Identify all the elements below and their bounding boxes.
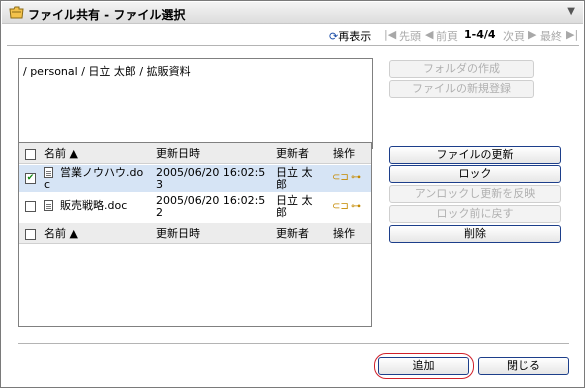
- last-page-icon: ▶|: [566, 28, 579, 41]
- file-name[interactable]: 販売戦略.doc: [60, 200, 127, 212]
- file-name-wrap: c: [44, 178, 51, 191]
- unlock-apply-button[interactable]: アンロックし更新を反映: [389, 185, 561, 203]
- last-page-link[interactable]: 最終: [540, 28, 562, 44]
- page-count: 1-4/4: [464, 28, 496, 41]
- select-all-checkbox[interactable]: [25, 229, 36, 240]
- refresh-label: 再表示: [338, 30, 372, 43]
- first-page-icon: |◀: [384, 28, 397, 41]
- header-divider: [7, 45, 579, 46]
- file-list: 名前 ▲ 更新日時 更新者 操作 ✔ 営業ノウハウ.do c 2005/06/2…: [18, 142, 372, 327]
- column-ops: 操作: [333, 147, 355, 160]
- document-icon: [44, 167, 53, 178]
- pager: ⟳再表示 |◀ 先頭 ◀ 前頁 1-4/4 次頁 ▶ 最終 ▶|: [321, 27, 583, 43]
- column-name[interactable]: 名前 ▲: [44, 148, 78, 160]
- key-icon[interactable]: ⊶: [351, 172, 361, 183]
- column-name[interactable]: 名前 ▲: [44, 228, 78, 240]
- folder-share-icon: [9, 6, 24, 19]
- create-folder-button[interactable]: フォルダの作成: [389, 60, 534, 78]
- column-updated[interactable]: 更新日時: [156, 148, 200, 160]
- delete-button[interactable]: 削除: [389, 225, 561, 243]
- revert-lock-button[interactable]: ロック前に戻す: [389, 205, 561, 223]
- row-checkbox[interactable]: [25, 201, 36, 212]
- updated-at-wrap: 3: [156, 178, 163, 191]
- updated-at-wrap: 2: [156, 206, 163, 219]
- tag-icon[interactable]: ⊂⊐: [332, 201, 349, 212]
- lock-button[interactable]: ロック: [389, 165, 561, 183]
- new-file-button[interactable]: ファイルの新規登録: [389, 80, 534, 98]
- document-icon: [44, 200, 53, 211]
- file-select-window: ファイル共有 - ファイル選択 ▼ ⟳再表示 |◀ 先頭 ◀ 前頁 1-4/4 …: [0, 0, 585, 388]
- file-name[interactable]: 営業ノウハウ.do: [60, 167, 143, 179]
- next-page-icon: ▶: [528, 28, 537, 41]
- chevron-down-icon[interactable]: ▼: [567, 6, 575, 17]
- updater-wrap: 郎: [276, 206, 287, 219]
- table-row[interactable]: ✔ 営業ノウハウ.do c 2005/06/20 16:02:5 3 日立 太 …: [19, 165, 371, 192]
- prev-page-link[interactable]: 前頁: [436, 28, 458, 44]
- refresh-button[interactable]: ⟳再表示: [329, 28, 371, 44]
- prev-page-icon: ◀: [425, 28, 434, 41]
- column-updater[interactable]: 更新者: [276, 228, 309, 240]
- updated-at: 2005/06/20 16:02:5: [156, 194, 266, 207]
- table-footer-header: 名前 ▲ 更新日時 更新者 操作: [19, 223, 371, 244]
- tag-icon[interactable]: ⊂⊐: [332, 172, 349, 183]
- update-file-button[interactable]: ファイルの更新: [389, 146, 561, 164]
- select-all-checkbox[interactable]: [25, 149, 36, 160]
- table-header: 名前 ▲ 更新日時 更新者 操作: [19, 143, 371, 164]
- footer-divider: [18, 343, 569, 344]
- row-checkbox[interactable]: ✔: [25, 173, 36, 184]
- column-updated[interactable]: 更新日時: [156, 228, 200, 240]
- table-row[interactable]: 販売戦略.doc 2005/06/20 16:02:5 2 日立 太 郎 ⊂⊐ …: [19, 193, 371, 221]
- updater-wrap: 郎: [276, 178, 287, 191]
- path-breadcrumb: / personal / 日立 太郎 / 拡販資料: [23, 65, 191, 78]
- title-bar: ファイル共有 - ファイル選択 ▼: [2, 2, 583, 24]
- first-page-link[interactable]: 先頭: [399, 28, 421, 44]
- updated-at: 2005/06/20 16:02:5: [156, 166, 266, 179]
- window-title: ファイル共有 - ファイル選択: [28, 8, 186, 22]
- column-ops: 操作: [333, 227, 355, 240]
- close-button[interactable]: 閉じる: [478, 357, 569, 375]
- path-box: / personal / 日立 太郎 / 拡販資料: [18, 58, 373, 149]
- highlight-circle: [374, 353, 474, 379]
- column-updater[interactable]: 更新者: [276, 148, 309, 160]
- key-icon[interactable]: ⊶: [351, 201, 361, 212]
- next-page-link[interactable]: 次頁: [503, 28, 525, 44]
- refresh-icon: ⟳: [329, 30, 339, 43]
